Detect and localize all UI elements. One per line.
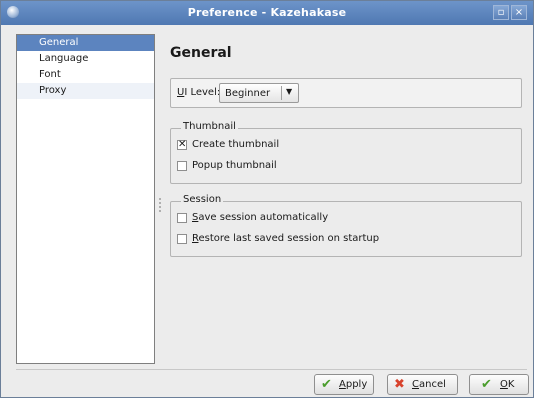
cancel-x-icon: ✖ xyxy=(394,377,405,392)
sidebar-item-proxy[interactable]: Proxy xyxy=(17,83,154,99)
ui-level-label: UI Level: xyxy=(177,87,221,98)
checkbox-unchecked-icon[interactable] xyxy=(177,234,187,244)
preferences-window: Preference - Kazehakase ▫ × General Lang… xyxy=(0,0,534,398)
title-bar[interactable]: Preference - Kazehakase ▫ × xyxy=(1,1,533,25)
close-button[interactable]: × xyxy=(511,5,527,20)
chevron-down-icon: ▼ xyxy=(286,87,293,96)
checkmark-icon: ✔ xyxy=(481,377,492,392)
session-legend: Session xyxy=(181,194,224,205)
popup-thumbnail-label: Popup thumbnail xyxy=(192,160,277,171)
category-list: General Language Font Proxy xyxy=(16,34,155,364)
thumbnail-group: Thumbnail ✕ Create thumbnail Popup thumb… xyxy=(170,121,522,184)
save-session-label: Save session automatically xyxy=(192,212,329,223)
window-title: Preference - Kazehakase xyxy=(187,6,347,19)
cancel-button[interactable]: ✖ Cancel xyxy=(387,374,458,395)
session-group: Session Save session automatically Resto… xyxy=(170,194,522,257)
sidebar-item-general[interactable]: General xyxy=(17,35,154,51)
maximize-icon: ▫ xyxy=(497,7,505,18)
sidebar-item-language[interactable]: Language xyxy=(17,51,154,67)
sidebar-item-label: General xyxy=(39,37,79,48)
checkbox-checked-icon[interactable]: ✕ xyxy=(177,140,187,150)
button-bar-divider xyxy=(16,369,527,370)
sidebar-item-font[interactable]: Font xyxy=(17,67,154,83)
restore-session-label: Restore last saved session on startup xyxy=(192,233,380,244)
combo-separator xyxy=(281,86,282,100)
maximize-button[interactable]: ▫ xyxy=(493,5,509,20)
ui-level-value: Beginner xyxy=(225,88,271,99)
ui-level-row: UI Level: Beginner ▼ xyxy=(170,78,522,108)
checkmark-icon: ✔ xyxy=(321,377,332,392)
sidebar-item-label: Language xyxy=(39,53,89,64)
create-thumbnail-label: Create thumbnail xyxy=(192,139,280,150)
ui-level-select[interactable]: Beginner ▼ xyxy=(219,83,299,103)
apply-label: Apply xyxy=(339,379,368,390)
sidebar-item-label: Proxy xyxy=(39,85,67,96)
checkbox-unchecked-icon[interactable] xyxy=(177,213,187,223)
page-title: General xyxy=(170,45,232,61)
sidebar-item-label: Font xyxy=(39,69,61,80)
thumbnail-legend: Thumbnail xyxy=(181,121,238,132)
apply-button[interactable]: ✔ Apply xyxy=(314,374,374,395)
settings-panel: General UI Level: Beginner ▼ Thumbnail ✕… xyxy=(158,34,528,364)
ok-label: OK xyxy=(500,379,515,390)
checkbox-unchecked-icon[interactable] xyxy=(177,161,187,171)
ok-button[interactable]: ✔ OK xyxy=(469,374,529,395)
cancel-label: Cancel xyxy=(412,379,446,390)
close-icon: × xyxy=(514,7,524,18)
